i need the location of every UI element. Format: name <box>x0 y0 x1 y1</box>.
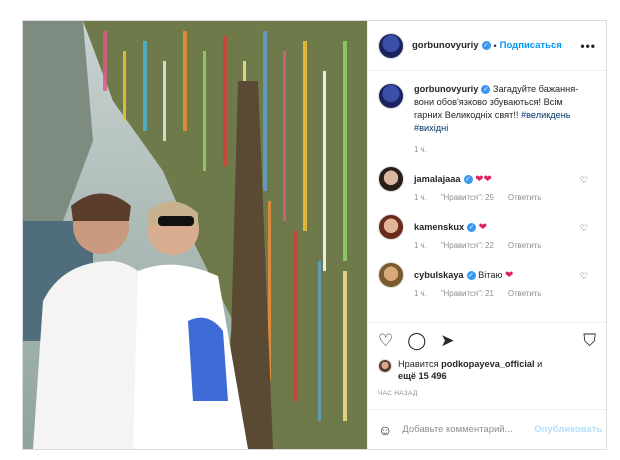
bookmark-icon[interactable]: ⛉ <box>583 331 596 351</box>
emoji-smile-icon[interactable]: ☺ <box>378 422 392 438</box>
comment-time[interactable]: 1 ч. <box>414 289 427 298</box>
author-avatar[interactable] <box>378 32 404 59</box>
like-heart-icon[interactable]: ♡ <box>378 331 393 351</box>
commenter-avatar[interactable] <box>378 214 404 240</box>
comment-input[interactable] <box>402 424 535 435</box>
more-options-icon[interactable]: ••• <box>580 39 596 53</box>
liker-avatar[interactable] <box>378 359 392 373</box>
comment-text: Вітаю <box>478 270 503 280</box>
commenter-avatar[interactable] <box>378 166 404 192</box>
verified-badge-icon: ✓ <box>481 85 491 95</box>
like-comment-heart-icon[interactable]: ♡ <box>580 271 588 282</box>
comment-likes[interactable]: "Нравится": 22 <box>441 241 494 250</box>
comment-likes[interactable]: "Нравится": 21 <box>441 289 494 298</box>
share-send-icon[interactable]: ➤ <box>440 331 454 351</box>
liker-username[interactable]: podkopayeva_official <box>441 359 534 369</box>
comment-username[interactable]: kamenskux <box>414 222 464 232</box>
post-actions-bar: ♡ ◯ ➤ ⛉ <box>368 322 606 358</box>
caption-username[interactable]: gorbunovyuriy <box>414 84 478 94</box>
separator-dot: • <box>493 40 497 51</box>
verified-badge-icon: ✓ <box>481 41 491 50</box>
heart-emoji: ❤ <box>504 270 514 281</box>
author-username[interactable]: gorbunovyuriy <box>412 40 479 51</box>
post-header: gorbunovyuriy ✓ • Подписаться ••• <box>368 21 606 71</box>
commenter-avatar[interactable] <box>378 262 404 288</box>
comment-body: jamalajaaa ✓ ❤❤ <box>414 166 492 193</box>
heart-emoji: ❤❤ <box>475 174 492 185</box>
add-comment-bar: ☺ Опубликовать <box>368 409 606 449</box>
verified-badge-icon: ✓ <box>467 223 477 233</box>
verified-badge-icon: ✓ <box>466 271 476 281</box>
comment-reply-button[interactable]: Ответить <box>508 289 541 298</box>
publish-button[interactable]: Опубликовать <box>534 424 602 435</box>
comment-meta: 1 ч. "Нравится": 22 Ответить <box>414 241 596 250</box>
comment-item: jamalajaaa ✓ ❤❤ ♡ <box>378 166 596 193</box>
comment-meta: 1 ч. "Нравится": 25 Ответить <box>414 193 596 202</box>
comment-time[interactable]: 1 ч. <box>414 193 427 202</box>
author-avatar[interactable] <box>378 83 404 109</box>
comment-item: kamenskux ✓ ❤ ♡ <box>378 214 596 241</box>
likes-prefix: Нравится <box>398 359 439 369</box>
comment-item: cybulskaya ✓ Вітаю ❤ ♡ <box>378 262 596 289</box>
comment-time[interactable]: 1 ч. <box>414 241 427 250</box>
likes-text: Нравится podkopayeva_official и ещё 15 4… <box>398 358 542 382</box>
caption: gorbunovyuriy ✓ Загадуйте бажання-вони об… <box>378 83 596 135</box>
comments-list[interactable]: gorbunovyuriy ✓ Загадуйте бажання-вони об… <box>368 71 606 322</box>
comment-meta: 1 ч. "Нравится": 21 Ответить <box>414 289 596 298</box>
comment-reply-button[interactable]: Ответить <box>508 241 541 250</box>
instagram-post-modal: gorbunovyuriy ✓ • Подписаться ••• gorbun… <box>22 20 607 450</box>
post-photo[interactable] <box>23 21 367 449</box>
verified-badge-icon: ✓ <box>463 175 473 185</box>
heart-emoji: ❤ <box>478 222 488 233</box>
comment-body: kamenskux ✓ ❤ <box>414 214 487 241</box>
likes-count[interactable]: ещё 15 496 <box>398 371 447 381</box>
comment-body: cybulskaya ✓ Вітаю ❤ <box>414 262 513 289</box>
photo-illustration <box>23 21 367 449</box>
caption-text: gorbunovyuriy ✓ Загадуйте бажання-вони об… <box>414 83 584 135</box>
post-date[interactable]: час назад <box>368 382 606 409</box>
comment-reply-button[interactable]: Ответить <box>508 193 541 202</box>
comment-bubble-icon[interactable]: ◯ <box>407 331 426 351</box>
likes-suffix: и <box>537 359 543 369</box>
post-sidebar: gorbunovyuriy ✓ • Подписаться ••• gorbun… <box>367 21 606 449</box>
caption-time[interactable]: 1 ч. <box>414 145 427 154</box>
likes-summary: Нравится podkopayeva_official и ещё 15 4… <box>368 358 606 382</box>
follow-button[interactable]: Подписаться <box>500 40 562 51</box>
comment-likes[interactable]: "Нравится": 25 <box>441 193 494 202</box>
comment-username[interactable]: cybulskaya <box>414 270 464 280</box>
comment-username[interactable]: jamalajaaa <box>414 174 461 184</box>
caption-meta: 1 ч. <box>414 145 596 154</box>
like-comment-heart-icon[interactable]: ♡ <box>580 175 588 186</box>
like-comment-heart-icon[interactable]: ♡ <box>580 223 588 234</box>
